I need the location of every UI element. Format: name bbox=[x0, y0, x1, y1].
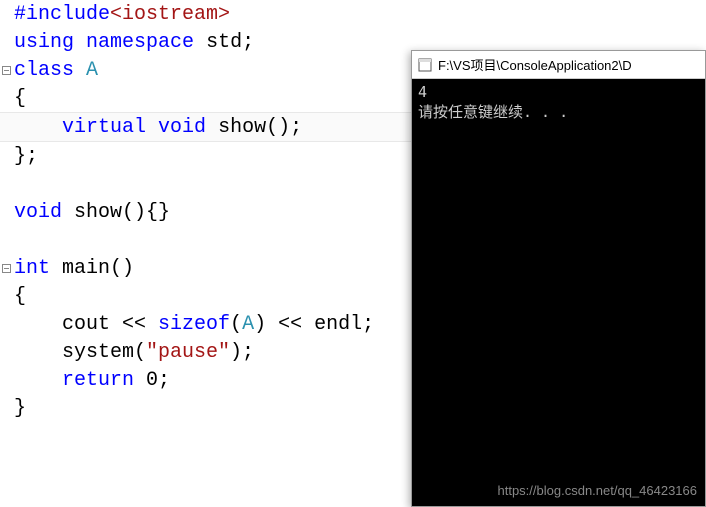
code-line[interactable]: #include<iostream> bbox=[0, 0, 706, 28]
token-kw-blue: void bbox=[14, 201, 62, 224]
token-kw-teal: A bbox=[86, 59, 98, 82]
token-txt bbox=[14, 369, 62, 392]
watermark: https://blog.csdn.net/qq_46423166 bbox=[498, 483, 698, 500]
token-txt bbox=[74, 31, 86, 54]
code-content[interactable]: system("pause"); bbox=[12, 341, 254, 364]
fold-minus-icon[interactable] bbox=[2, 264, 11, 273]
code-content[interactable]: virtual void show(); bbox=[12, 116, 302, 139]
console-line: 请按任意键继续. . . bbox=[418, 103, 699, 123]
code-content[interactable]: void show(){} bbox=[12, 201, 170, 224]
token-kw-blue: int bbox=[14, 257, 50, 280]
code-content[interactable]: { bbox=[12, 285, 26, 308]
token-txt: }; bbox=[14, 145, 38, 168]
code-content[interactable]: } bbox=[12, 397, 26, 420]
token-txt: ) << endl; bbox=[254, 313, 374, 336]
code-content[interactable]: int main() bbox=[12, 257, 134, 280]
token-kw-blue: using bbox=[14, 31, 74, 54]
token-kw-blue: void bbox=[158, 116, 206, 139]
code-content[interactable]: return 0; bbox=[12, 369, 170, 392]
token-txt: cout << bbox=[14, 313, 158, 336]
token-preproc: #include bbox=[14, 3, 110, 26]
console-icon bbox=[418, 58, 432, 72]
token-txt: } bbox=[14, 397, 26, 420]
token-txt: 0; bbox=[134, 369, 170, 392]
token-txt bbox=[146, 116, 158, 139]
fold-gutter[interactable] bbox=[0, 66, 12, 75]
token-kw-blue: sizeof bbox=[158, 313, 230, 336]
token-txt: ); bbox=[230, 341, 254, 364]
token-txt: ( bbox=[230, 313, 242, 336]
code-content[interactable]: { bbox=[12, 87, 26, 110]
token-txt bbox=[74, 59, 86, 82]
console-output[interactable]: 4 请按任意键继续. . . https://blog.csdn.net/qq_… bbox=[412, 79, 705, 506]
token-kw-blue: class bbox=[14, 59, 74, 82]
console-line: 4 bbox=[418, 83, 699, 103]
token-txt: std; bbox=[194, 31, 254, 54]
fold-gutter[interactable] bbox=[0, 264, 12, 273]
token-txt: show(); bbox=[206, 116, 302, 139]
code-content[interactable]: }; bbox=[12, 145, 38, 168]
token-txt: system( bbox=[14, 341, 146, 364]
code-content[interactable]: cout << sizeof(A) << endl; bbox=[12, 313, 374, 336]
token-txt: { bbox=[14, 87, 26, 110]
code-content[interactable]: using namespace std; bbox=[12, 31, 254, 54]
token-kw-blue: virtual bbox=[62, 116, 146, 139]
fold-minus-icon[interactable] bbox=[2, 66, 11, 75]
token-txt: { bbox=[14, 285, 26, 308]
token-txt: show(){} bbox=[62, 201, 170, 224]
token-str-red: "pause" bbox=[146, 341, 230, 364]
token-txt bbox=[14, 116, 62, 139]
console-titlebar[interactable]: F:\VS项目\ConsoleApplication2\D bbox=[412, 51, 705, 79]
token-kw-teal: A bbox=[242, 313, 254, 336]
console-window: F:\VS项目\ConsoleApplication2\D 4 请按任意键继续.… bbox=[411, 50, 706, 507]
token-kw-blue: return bbox=[62, 369, 134, 392]
code-content[interactable]: #include<iostream> bbox=[12, 3, 230, 26]
console-title: F:\VS项目\ConsoleApplication2\D bbox=[438, 55, 632, 74]
token-kw-blue: namespace bbox=[86, 31, 194, 54]
token-txt: main() bbox=[50, 257, 134, 280]
token-angle: <iostream> bbox=[110, 3, 230, 26]
code-content[interactable]: class A bbox=[12, 59, 98, 82]
